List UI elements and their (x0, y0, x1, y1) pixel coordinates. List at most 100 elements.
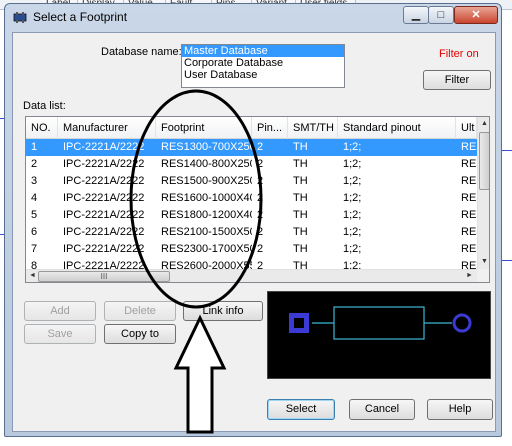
database-listbox[interactable]: Master Database Corporate Database User … (181, 44, 345, 88)
grid-header: NO. Manufacturer Footprint Pin... SMT/TH… (26, 117, 477, 139)
cancel-button[interactable]: Cancel (349, 399, 415, 420)
close-button[interactable]: ✕ (454, 6, 498, 24)
cell-pins: 2 (257, 243, 264, 255)
vertical-scroll-thumb[interactable] (479, 132, 489, 190)
resistor-body-outline (333, 306, 425, 340)
cell-footprint: RES1300-700X250 (161, 141, 252, 153)
cell-standard-pinout: 1;2; (343, 175, 362, 187)
cell-ult: RES (461, 209, 477, 221)
scroll-down-arrow-icon[interactable]: ▼ (479, 256, 489, 267)
footprint-data-grid[interactable]: NO. Manufacturer Footprint Pin... SMT/TH… (25, 116, 490, 283)
cell-footprint: RES2300-1700X500 (161, 243, 252, 255)
cell-footprint: RES1400-800X250 (161, 158, 252, 170)
cell-smt-th: TH (293, 192, 308, 204)
cell-standard-pinout: 1;2; (343, 192, 362, 204)
column-header-ult[interactable]: Ult (456, 117, 477, 139)
scroll-right-arrow-icon[interactable]: ► (464, 270, 475, 281)
cell-standard-pinout: 1;2; (343, 209, 362, 221)
cell-smt-th: TH (293, 158, 308, 170)
cell-manufacturer: IPC-2221A/2222 (63, 226, 145, 238)
database-name-label: Database name: (101, 46, 182, 58)
pad-round-icon (452, 313, 472, 333)
data-list-label: Data list: (23, 100, 66, 112)
resistor-footprint-drawing (289, 306, 472, 340)
table-row[interactable]: 6 IPC-2221A/2222 RES2100-1500X500 2 TH 1;2; RE… (26, 224, 477, 241)
cell-pins: 2 (257, 209, 264, 221)
horizontal-scroll-thumb[interactable]: III (38, 271, 170, 282)
save-button[interactable]: Save (24, 324, 96, 344)
cell-manufacturer: IPC-2221A/2222 (63, 141, 145, 153)
horizontal-scrollbar[interactable]: ◄ III ► (26, 269, 477, 282)
maximize-button[interactable]: □ (428, 6, 454, 24)
select-button[interactable]: Select (267, 399, 335, 420)
grid-rows: 1 IPC-2221A/2222 RES1300-700X250 2 TH 1;2; RES… (26, 139, 477, 275)
filter-button[interactable]: Filter (423, 70, 491, 90)
cell-no: 4 (31, 192, 38, 204)
cell-manufacturer: IPC-2221A/2222 (63, 158, 145, 170)
cell-manufacturer: IPC-2221A/2222 (63, 209, 145, 221)
vertical-scrollbar[interactable]: ▲ ▼ (477, 117, 489, 269)
dialog-client-area: Database name: Master Database Corporate… (12, 32, 496, 432)
cell-ult: RES (461, 175, 477, 187)
cell-footprint: RES1800-1200X400 (161, 209, 252, 221)
table-row[interactable]: 4 IPC-2221A/2222 RES1600-1000X400 2 TH 1;2; RE… (26, 190, 477, 207)
background-wire (502, 150, 512, 151)
cell-standard-pinout: 1;2; (343, 226, 362, 238)
cell-no: 3 (31, 175, 38, 187)
table-row[interactable]: 5 IPC-2221A/2222 RES1800-1200X400 2 TH 1;2; RE… (26, 207, 477, 224)
scroll-corner (477, 269, 489, 282)
title-bar[interactable]: Select a Footprint ▁ □ ✕ (5, 4, 501, 30)
cell-ult: RES (461, 141, 477, 153)
scroll-up-arrow-icon[interactable]: ▲ (479, 118, 489, 129)
column-header-manufacturer[interactable]: Manufacturer (58, 117, 156, 139)
minimize-button[interactable]: ▁ (403, 6, 429, 24)
cell-footprint: RES1600-1000X400 (161, 192, 252, 204)
cell-footprint: RES1500-900X250 (161, 175, 252, 187)
cell-standard-pinout: 1;2; (343, 141, 362, 153)
cell-ult: RES (461, 158, 477, 170)
add-button[interactable]: Add (24, 301, 96, 321)
cell-no: 1 (31, 141, 38, 153)
cell-smt-th: TH (293, 141, 308, 153)
copy-to-button[interactable]: Copy to (104, 324, 176, 344)
cell-no: 6 (31, 226, 38, 238)
window-title: Select a Footprint (33, 10, 128, 24)
cell-manufacturer: IPC-2221A/2222 (63, 243, 145, 255)
database-item-user[interactable]: User Database (182, 69, 344, 81)
database-item-corporate[interactable]: Corporate Database (182, 57, 344, 69)
database-item-master[interactable]: Master Database (182, 45, 344, 57)
column-header-standard-pinout[interactable]: Standard pinout (338, 117, 456, 139)
cell-ult: RES (461, 243, 477, 255)
footprint-preview (267, 291, 491, 379)
cell-pins: 2 (257, 226, 264, 238)
column-header-smt-th[interactable]: SMT/TH (288, 117, 338, 139)
column-header-no[interactable]: NO. (26, 117, 58, 139)
cell-manufacturer: IPC-2221A/2222 (63, 175, 145, 187)
filter-status-text: Filter on (439, 48, 479, 60)
column-header-footprint[interactable]: Footprint (156, 117, 252, 139)
select-footprint-dialog: Select a Footprint ▁ □ ✕ Database name: … (4, 3, 502, 437)
table-row[interactable]: 7 IPC-2221A/2222 RES2300-1700X500 2 TH 1;2; RE… (26, 241, 477, 258)
cell-no: 2 (31, 158, 38, 170)
table-row[interactable]: 2 IPC-2221A/2222 RES1400-800X250 2 TH 1;2; RES (26, 156, 477, 173)
background-wire (502, 260, 512, 261)
table-row[interactable]: 3 IPC-2221A/2222 RES1500-900X250 2 TH 1;2; RES (26, 173, 477, 190)
cell-pins: 2 (257, 158, 264, 170)
cell-ult: RES (461, 226, 477, 238)
scroll-left-arrow-icon[interactable]: ◄ (27, 270, 38, 281)
cell-no: 5 (31, 209, 38, 221)
cell-ult: RES (461, 192, 477, 204)
cell-smt-th: TH (293, 226, 308, 238)
help-button[interactable]: Help (427, 399, 493, 420)
cell-smt-th: TH (293, 175, 308, 187)
column-header-pins[interactable]: Pin... (252, 117, 288, 139)
link-info-button[interactable]: Link info (183, 301, 263, 321)
cell-manufacturer: IPC-2221A/2222 (63, 192, 145, 204)
footprint-app-icon (13, 12, 27, 23)
table-row[interactable]: 1 IPC-2221A/2222 RES1300-700X250 2 TH 1;2; RES (26, 139, 477, 156)
cell-pins: 2 (257, 141, 264, 153)
cell-no: 7 (31, 243, 38, 255)
delete-button[interactable]: Delete (104, 301, 176, 321)
cell-smt-th: TH (293, 209, 308, 221)
cell-standard-pinout: 1;2; (343, 243, 362, 255)
